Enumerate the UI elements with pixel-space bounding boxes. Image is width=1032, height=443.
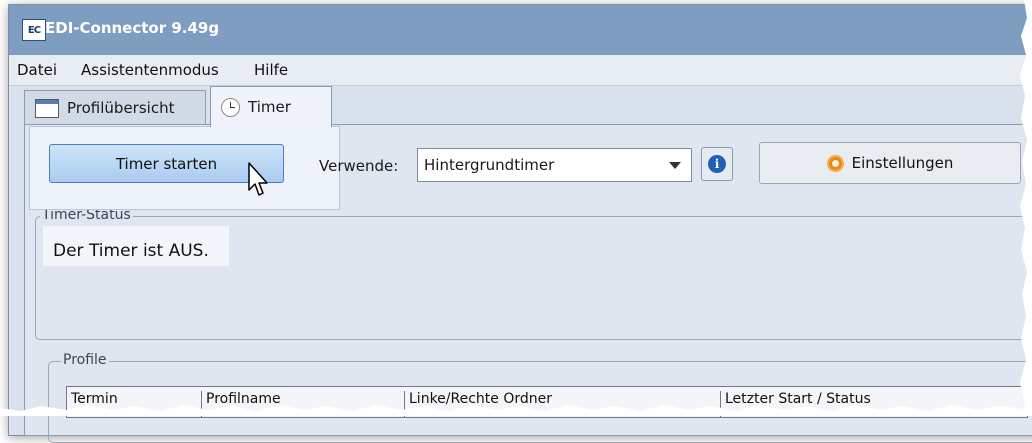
start-timer-label: Timer starten [115,154,218,173]
title-bar[interactable]: EC EDI-Connector 9.49g [9,5,1032,55]
timer-status-text: Der Timer ist AUS. [53,241,209,261]
menu-hilfe[interactable]: Hilfe [254,61,288,79]
mouse-cursor-icon [248,162,268,196]
info-icon: i [708,155,726,173]
use-label: Verwende: [319,157,399,175]
tab-label: Profilübersicht [67,99,175,117]
torn-edge-right [1020,0,1032,416]
tab-profiluebersicht[interactable]: Profilübersicht [24,90,206,125]
window-icon [35,98,59,118]
chevron-down-icon [669,161,681,169]
window-title: EDI-Connector 9.49g [45,19,220,37]
settings-label: Einstellungen [851,154,954,172]
menu-bar: Datei Assistentenmodus Hilfe [9,55,1032,86]
tab-label: Timer [248,98,291,116]
gear-icon [826,154,844,172]
profiles-legend: Profile [61,352,109,368]
timer-type-select[interactable]: Hintergrundtimer [417,148,692,182]
clock-icon [221,97,240,117]
settings-button[interactable]: Einstellungen [759,142,1021,184]
torn-edge-bottom [0,405,1032,416]
app-logo-icon: EC [22,19,46,41]
menu-assistentenmodus[interactable]: Assistentenmodus [81,61,219,79]
menu-datei[interactable]: Datei [17,61,57,79]
info-button[interactable]: i [701,147,733,181]
timer-type-value: Hintergrundtimer [424,156,555,174]
tab-timer[interactable]: Timer [210,86,332,127]
